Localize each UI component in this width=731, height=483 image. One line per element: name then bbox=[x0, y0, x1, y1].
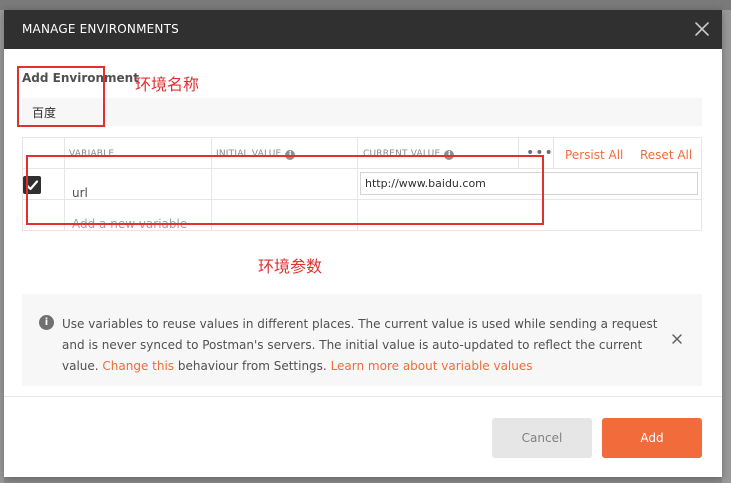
persist-all-button[interactable]: Persist All bbox=[565, 148, 623, 162]
modal-header: MANAGE ENVIRONMENTS bbox=[4, 10, 722, 49]
annotation-env-params: 环境参数 bbox=[258, 257, 323, 276]
info-icon: i bbox=[39, 315, 54, 330]
add-button[interactable]: Add bbox=[602, 418, 702, 458]
info-panel: i Use variables to reuse values in diffe… bbox=[22, 294, 702, 386]
dismiss-info-icon[interactable] bbox=[670, 332, 684, 346]
modal-title: MANAGE ENVIRONMENTS bbox=[22, 22, 179, 36]
change-settings-link[interactable]: Change this bbox=[102, 359, 174, 373]
annotation-box-env-name bbox=[17, 66, 105, 127]
annotation-env-name: 环境名称 bbox=[135, 75, 200, 94]
reset-all-button[interactable]: Reset All bbox=[640, 148, 692, 162]
annotation-box-env-params bbox=[26, 155, 544, 225]
close-icon[interactable] bbox=[692, 19, 712, 39]
footer-divider bbox=[4, 396, 722, 397]
manage-environments-modal: MANAGE ENVIRONMENTS Add Environment VARI… bbox=[4, 10, 722, 477]
background-app-right bbox=[722, 10, 731, 483]
info-text: Use variables to reuse values in differe… bbox=[62, 314, 658, 377]
learn-more-link[interactable]: Learn more about variable values bbox=[331, 359, 533, 373]
environment-name-input[interactable] bbox=[22, 98, 702, 126]
info-text-part: behaviour from Settings. bbox=[174, 359, 331, 373]
cancel-button[interactable]: Cancel bbox=[492, 418, 592, 458]
background-app-top bbox=[0, 0, 731, 10]
